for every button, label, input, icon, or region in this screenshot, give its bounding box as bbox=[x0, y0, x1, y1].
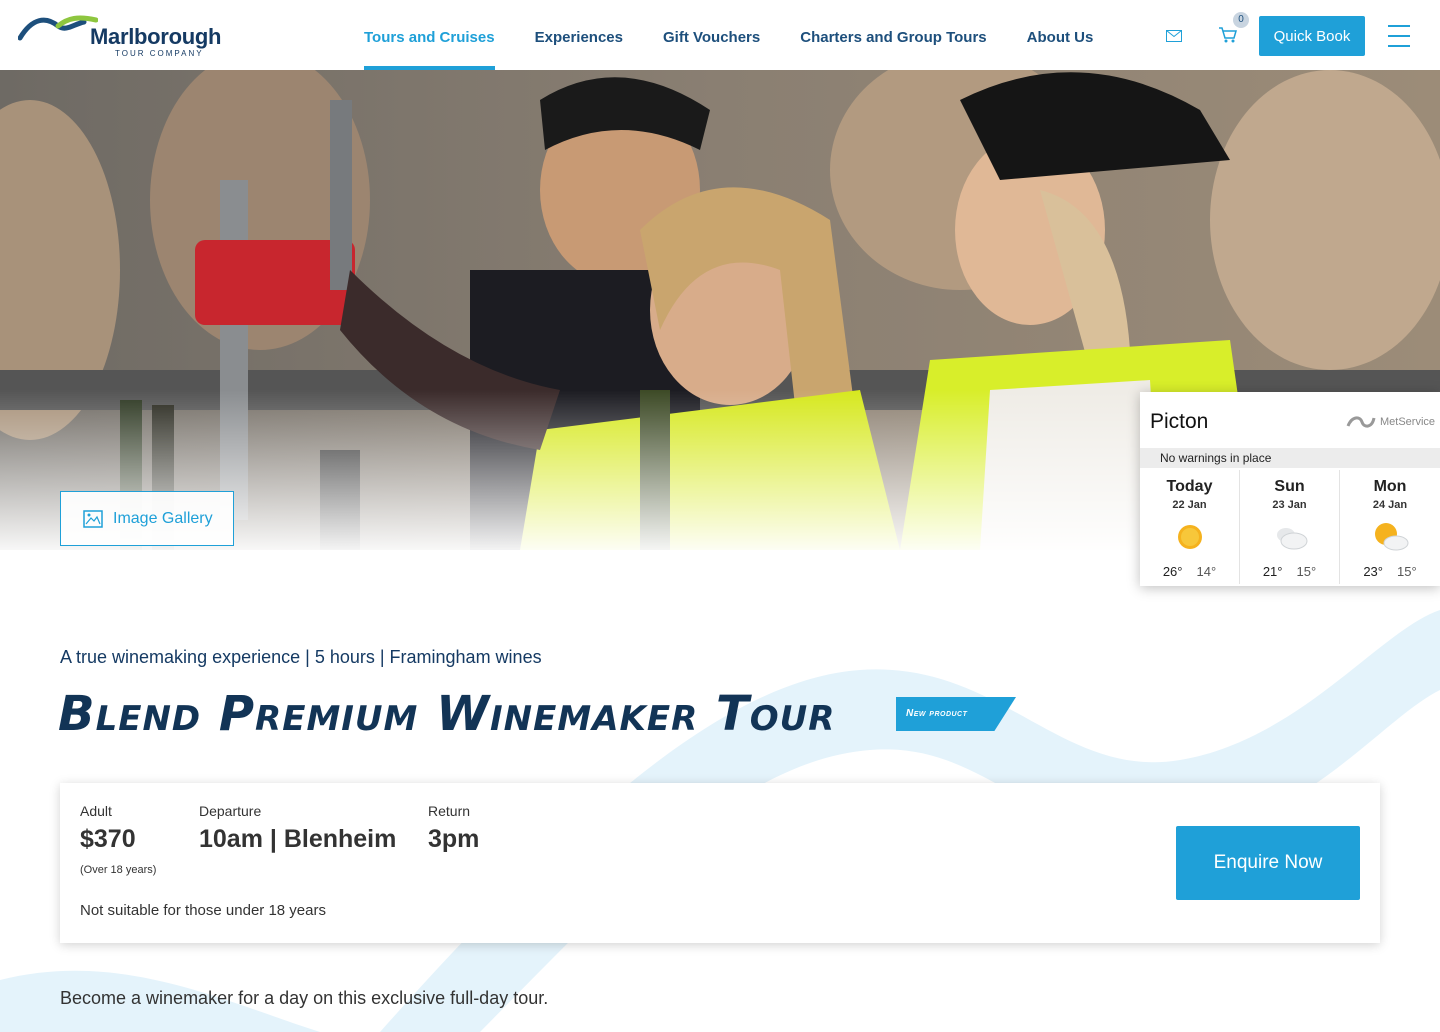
weather-provider[interactable]: MetService bbox=[1346, 414, 1435, 430]
image-icon bbox=[83, 509, 103, 528]
nav-about-us[interactable]: About Us bbox=[1027, 0, 1094, 70]
mail-icon[interactable] bbox=[1166, 30, 1182, 42]
weather-low: 15° bbox=[1296, 564, 1317, 579]
brand-name: Marlborough bbox=[90, 24, 222, 49]
weather-low: 15° bbox=[1397, 564, 1417, 579]
weather-day: Sun 23 Jan 21° 15° bbox=[1240, 470, 1340, 584]
weather-day-date: 24 Jan bbox=[1372, 499, 1408, 511]
weather-day-date: 23 Jan bbox=[1272, 499, 1307, 511]
weather-provider-label: MetService bbox=[1380, 416, 1436, 428]
partly-cloudy-icon bbox=[1375, 523, 1409, 551]
enquire-now-button[interactable]: Enquire Now bbox=[1176, 826, 1360, 900]
weather-widget: Picton MetService No warnings in place T… bbox=[1140, 392, 1440, 586]
departure-label: Departure bbox=[199, 803, 262, 819]
return-label: Return bbox=[428, 803, 471, 819]
nav-gift-vouchers[interactable]: Gift Vouchers bbox=[663, 0, 760, 70]
weather-day-date: 22 Jan bbox=[1172, 499, 1207, 511]
adult-label: Adult bbox=[80, 803, 112, 819]
nav-charters-group-tours[interactable]: Charters and Group Tours bbox=[800, 0, 986, 70]
menu-icon[interactable] bbox=[1388, 25, 1410, 47]
image-gallery-button[interactable]: Image Gallery bbox=[60, 491, 234, 546]
adult-price-block: Adult $370 (Over 18 years) bbox=[80, 803, 156, 876]
cloudy-icon bbox=[1276, 528, 1307, 550]
logo-wave-icon bbox=[18, 15, 98, 41]
return-value: 3pm bbox=[428, 825, 480, 853]
departure-value: 10am | Blenheim bbox=[199, 825, 397, 853]
cart-icon[interactable] bbox=[1218, 26, 1238, 44]
weather-high: 21° bbox=[1262, 564, 1283, 579]
tour-info-card: Adult $370 (Over 18 years) Departure 10a… bbox=[60, 783, 1380, 943]
tour-title: Blend Premium Winemaker Tour bbox=[58, 686, 836, 742]
weather-day-name: Sun bbox=[1274, 478, 1305, 495]
return-block: Return 3pm bbox=[428, 803, 479, 854]
cart-count-badge: 0 bbox=[1233, 12, 1249, 28]
suitability-note: Not suitable for those under 18 years bbox=[80, 902, 326, 919]
weather-high: 23° bbox=[1363, 564, 1383, 579]
sunny-icon bbox=[1177, 525, 1202, 549]
nav-experiences[interactable]: Experiences bbox=[535, 0, 623, 70]
new-product-badge: New product bbox=[896, 697, 1016, 731]
weather-city: Picton bbox=[1150, 410, 1209, 433]
quick-book-button[interactable]: Quick Book bbox=[1259, 16, 1365, 56]
main-nav: Tours and Cruises Experiences Gift Vouch… bbox=[364, 0, 1133, 70]
weather-warning: No warnings in place bbox=[1140, 448, 1440, 468]
weather-low: 14° bbox=[1196, 564, 1217, 579]
nav-tours-and-cruises[interactable]: Tours and Cruises bbox=[364, 0, 495, 70]
weather-day-name: Today bbox=[1166, 478, 1213, 495]
departure-block: Departure 10am | Blenheim bbox=[199, 803, 396, 854]
tour-intro: Become a winemaker for a day on this exc… bbox=[60, 988, 549, 1008]
brand-logo[interactable]: Marlborough TOUR COMPANY bbox=[18, 12, 238, 60]
image-gallery-label: Image Gallery bbox=[113, 509, 213, 527]
new-product-label: New product bbox=[906, 708, 968, 719]
brand-subtitle: TOUR COMPANY bbox=[115, 49, 204, 58]
tour-subtitle: A true winemaking experience | 5 hours |… bbox=[60, 647, 542, 667]
weather-high: 26° bbox=[1162, 564, 1183, 579]
weather-day-name: Mon bbox=[1373, 478, 1407, 495]
metservice-logo-icon bbox=[1346, 416, 1376, 428]
adult-note: (Over 18 years) bbox=[80, 864, 157, 876]
weather-day: Mon 24 Jan 23° 15° bbox=[1340, 470, 1440, 584]
weather-day: Today 22 Jan 26° 14° bbox=[1140, 470, 1240, 584]
site-header: Marlborough TOUR COMPANY Tours and Cruis… bbox=[0, 0, 1440, 70]
adult-price: $370 bbox=[80, 825, 136, 853]
